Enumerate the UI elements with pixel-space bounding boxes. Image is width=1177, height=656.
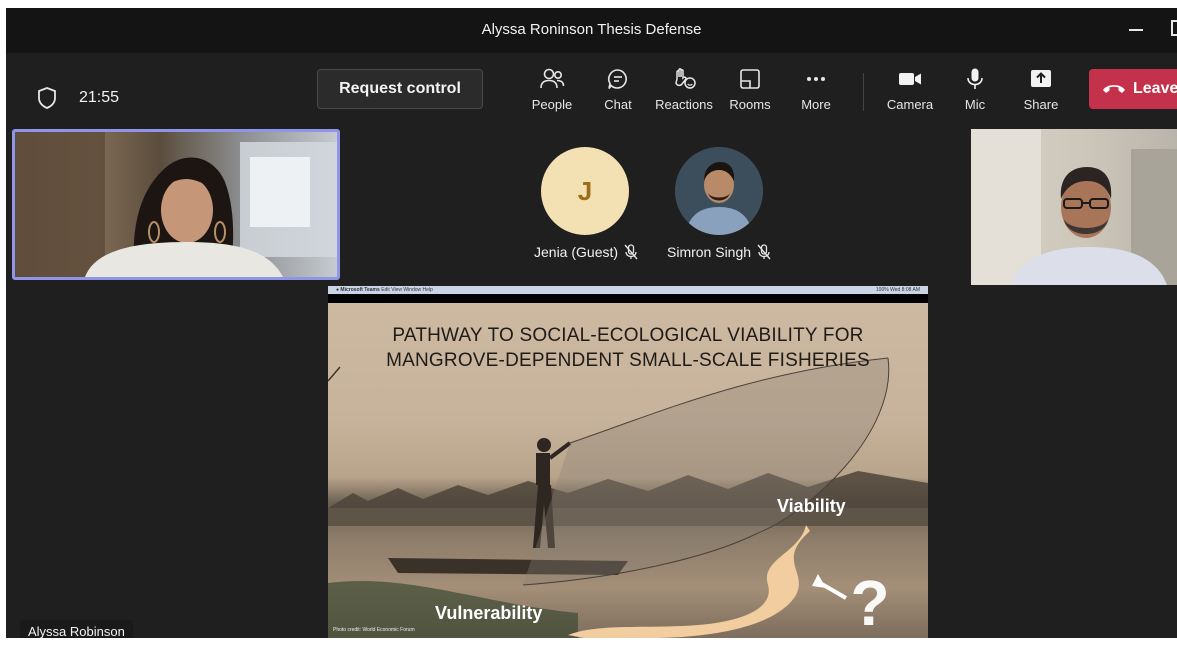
video-tile-alyssa[interactable] xyxy=(12,129,340,280)
title-bar: Alyssa Roninson Thesis Defense xyxy=(6,8,1177,53)
camera-button[interactable]: Camera xyxy=(878,67,942,117)
chat-label: Chat xyxy=(604,97,632,112)
avatar-jenia[interactable]: J xyxy=(541,147,629,235)
rooms-label: Rooms xyxy=(729,97,771,112)
teams-meeting-window: Alyssa Roninson Thesis Defense 21:55 Req… xyxy=(6,8,1177,638)
presenter-name-label: Alyssa Robinson xyxy=(20,620,133,638)
participant-video xyxy=(15,132,337,277)
participant-name-simron: Simron Singh xyxy=(667,244,771,260)
hang-up-icon xyxy=(1103,85,1125,93)
avatar-initial: J xyxy=(577,176,593,206)
apple-icon: ● xyxy=(336,287,340,293)
photo-credit: Photo credit: World Economic Forum xyxy=(333,627,415,633)
svg-text:?: ? xyxy=(850,567,889,638)
request-control-button[interactable]: Request control xyxy=(317,69,483,109)
mic-off-icon xyxy=(624,244,638,260)
people-label: People xyxy=(531,97,573,112)
people-button[interactable]: People xyxy=(520,67,584,117)
share-label: Share xyxy=(1023,97,1059,112)
mac-menu-bar: ● Microsoft Teams Edit View Window Help … xyxy=(328,286,928,294)
mac-status-items: 100% Wed 8:08 AM xyxy=(875,287,920,293)
mic-button[interactable]: Mic xyxy=(943,67,1007,117)
minimize-icon[interactable] xyxy=(1129,29,1143,31)
chat-button[interactable]: Chat xyxy=(586,67,650,117)
mic-off-icon xyxy=(757,244,771,260)
shared-screen: ● Microsoft Teams Edit View Window Help … xyxy=(328,286,928,638)
mic-icon xyxy=(967,68,983,89)
share-button[interactable]: Share xyxy=(1009,67,1073,117)
people-icon xyxy=(540,68,565,89)
share-icon xyxy=(1031,70,1051,87)
leave-button[interactable]: Leave xyxy=(1089,69,1177,109)
mic-label: Mic xyxy=(964,97,986,112)
rooms-button[interactable]: Rooms xyxy=(718,67,782,117)
reactions-icon xyxy=(675,68,696,89)
menu-help: Help xyxy=(422,287,433,293)
profile-photo xyxy=(675,147,763,235)
participant-name-text: Simron Singh xyxy=(667,244,752,260)
menu-view: View xyxy=(391,287,402,293)
rooms-icon xyxy=(740,69,760,89)
slide-title-line2: MANGROVE-DEPENDENT SMALL-SCALE FISHERIES xyxy=(386,350,870,371)
app-menu-name: Microsoft Teams xyxy=(340,287,380,293)
presentation-slide: ? PATHWAY TO SOCIAL-ECOLOGICAL VIABILITY… xyxy=(328,303,928,638)
camera-label: Camera xyxy=(886,97,934,112)
mac-menu-items: ● Microsoft Teams Edit View Window Help xyxy=(336,286,433,294)
slide-title: PATHWAY TO SOCIAL-ECOLOGICAL VIABILITY F… xyxy=(328,323,928,373)
shield-icon xyxy=(38,87,56,109)
reactions-label: Reactions xyxy=(655,97,713,112)
slide-title-line1: PATHWAY TO SOCIAL-ECOLOGICAL VIABILITY F… xyxy=(392,325,864,346)
toolbar-divider xyxy=(863,73,864,111)
chat-icon xyxy=(607,69,627,89)
menu-edit: Edit xyxy=(381,287,390,293)
more-label: More xyxy=(801,97,831,112)
label-vulnerability: Vulnerability xyxy=(435,603,543,623)
label-viability: Viability xyxy=(777,496,846,516)
participant-video xyxy=(971,129,1177,285)
camera-icon xyxy=(899,73,921,85)
participant-name-jenia: Jenia (Guest) xyxy=(534,244,638,260)
leave-label: Leave xyxy=(1133,80,1177,97)
meeting-title: Alyssa Roninson Thesis Defense xyxy=(481,21,702,38)
meeting-toolbar: 21:55 Request control People Chat Reacti… xyxy=(6,53,1177,129)
video-tile-participant[interactable] xyxy=(971,129,1177,285)
reactions-button[interactable]: Reactions xyxy=(652,67,716,117)
meeting-timer: 21:55 xyxy=(79,89,120,106)
maximize-icon[interactable] xyxy=(1171,20,1177,36)
participant-name-text: Jenia (Guest) xyxy=(534,244,619,260)
more-icon xyxy=(807,77,825,81)
avatar-simron[interactable] xyxy=(675,147,763,235)
menu-window: Window xyxy=(403,287,422,293)
more-button[interactable]: More xyxy=(784,67,848,117)
